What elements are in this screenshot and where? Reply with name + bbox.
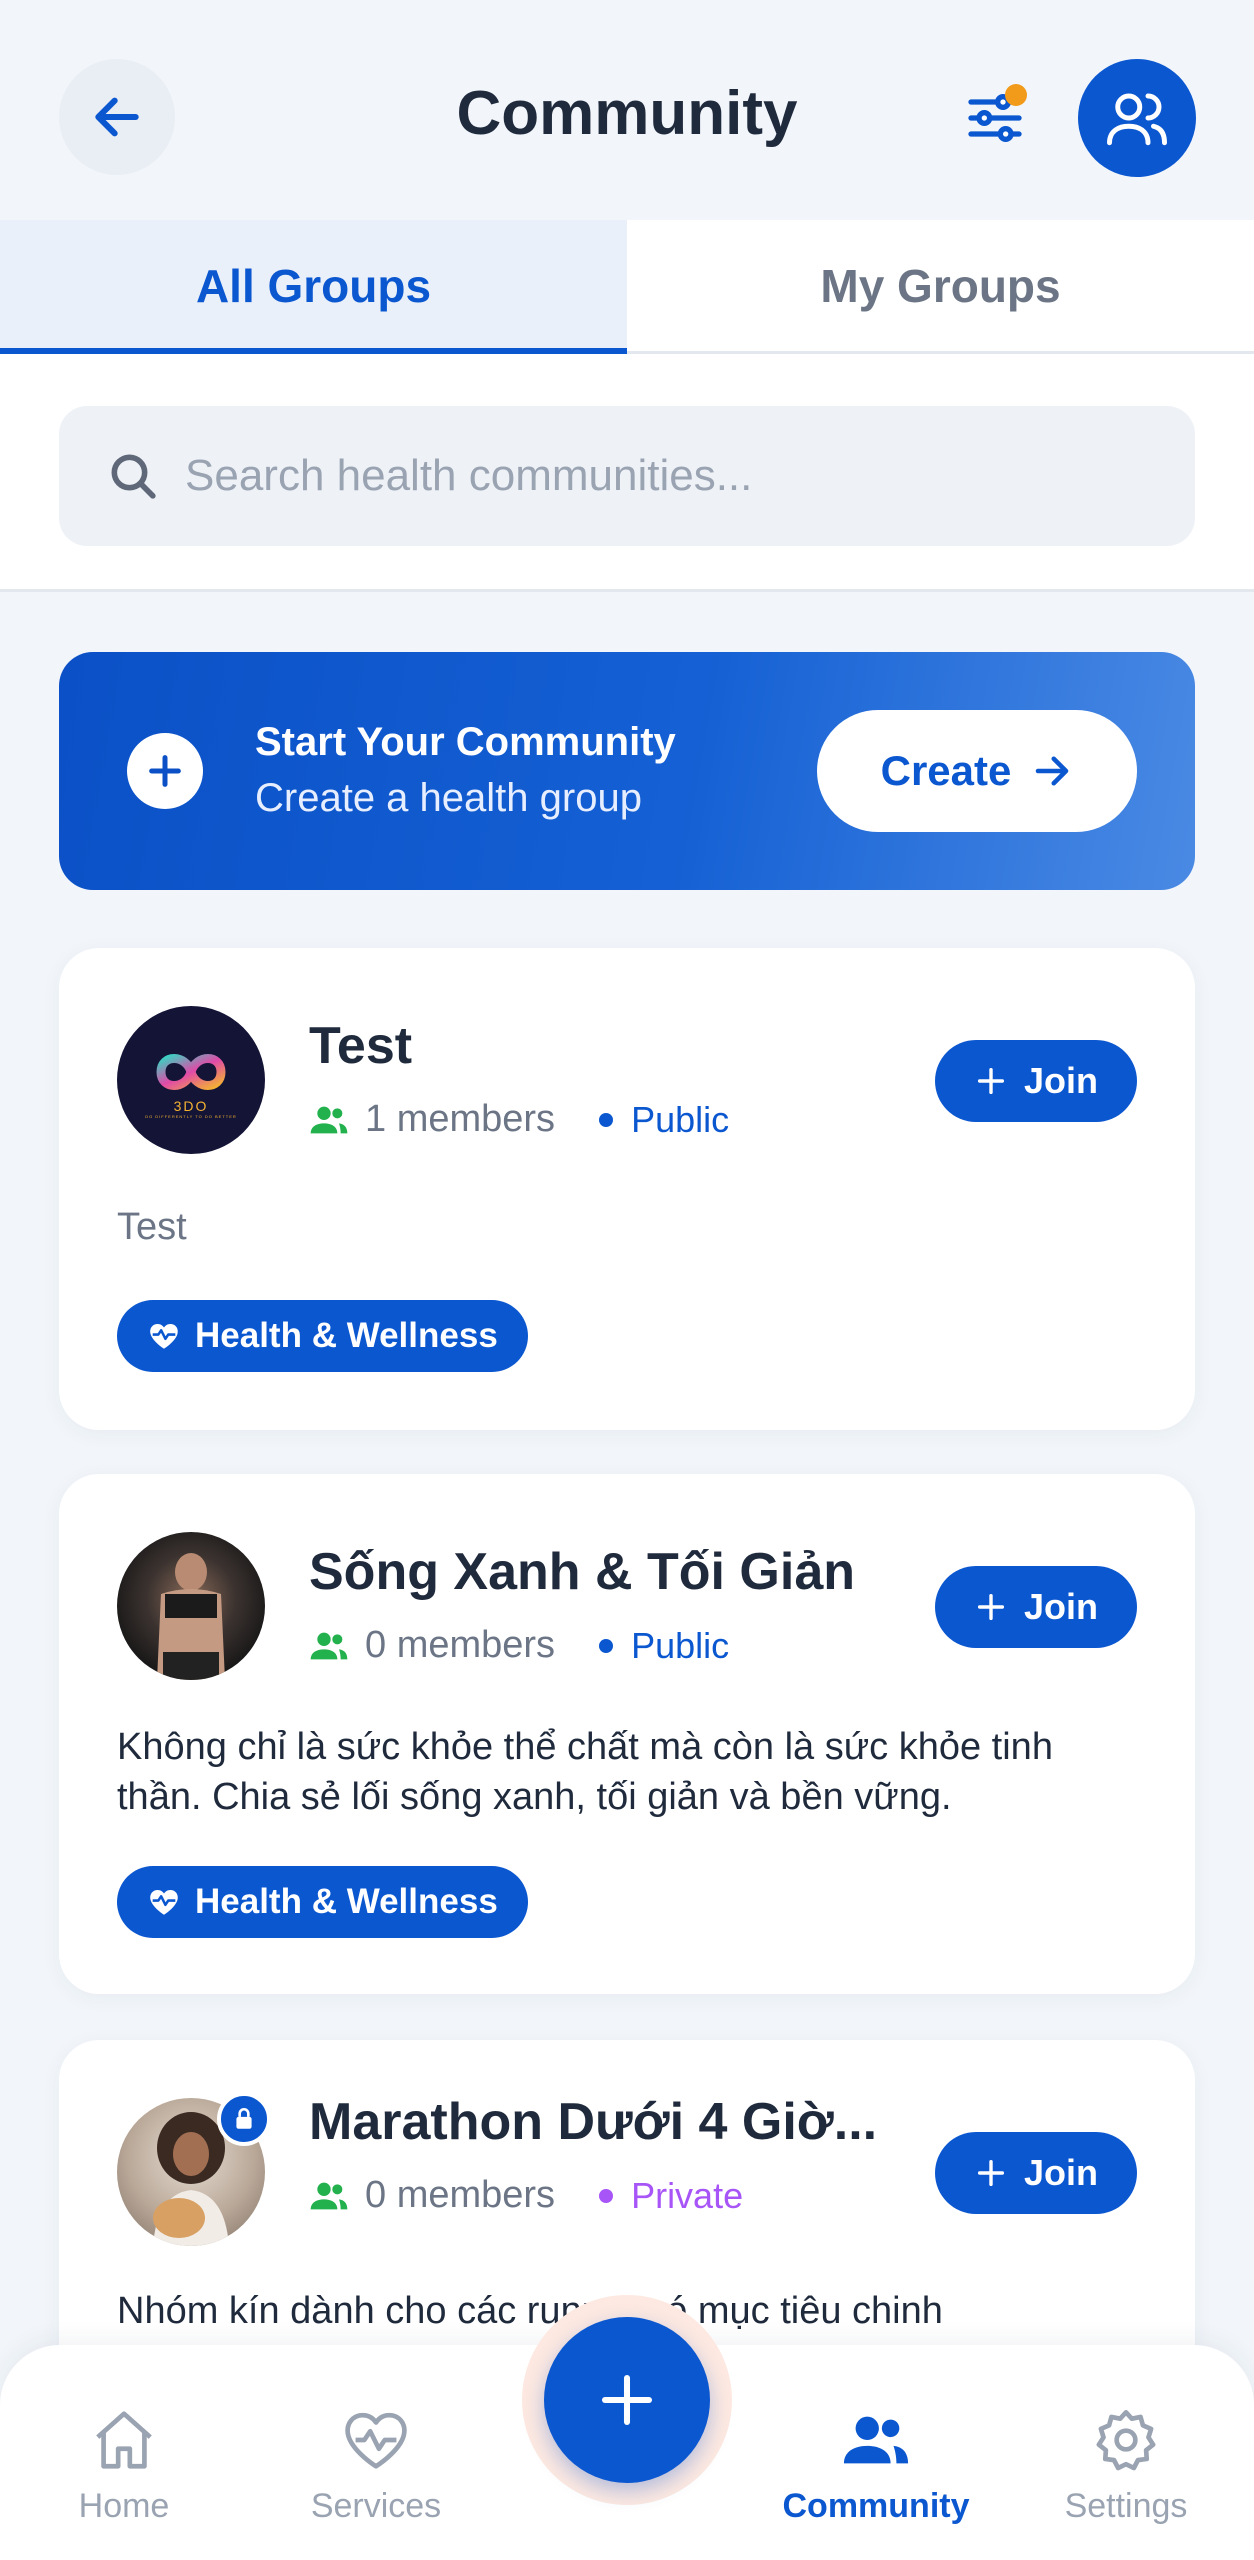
plus-icon: [601, 2374, 653, 2426]
group-name: Sống Xanh & Tối Giản: [309, 1543, 855, 1601]
group-description: Không chỉ là sức khỏe thể chất mà còn là…: [117, 1726, 1053, 1818]
avatar-logo-text: 3DO: [173, 1097, 209, 1114]
search-input[interactable]: [185, 451, 1085, 501]
nav-services[interactable]: Services: [256, 2405, 496, 2526]
group-name: Marathon Dưới 4 Giờ...: [309, 2093, 878, 2151]
group-meta: 0 members Private: [309, 2174, 743, 2217]
private-dot-icon: [599, 2188, 614, 2203]
member-count: 0 members: [365, 1624, 556, 1666]
search-icon: [105, 448, 161, 504]
fab-container: [522, 2295, 732, 2505]
page-title: Community: [456, 79, 798, 148]
tab-my-groups[interactable]: My Groups: [627, 220, 1254, 351]
public-dot-icon: [599, 1638, 614, 1653]
create-button[interactable]: Create: [817, 710, 1137, 832]
private-lock-badge: [217, 2092, 271, 2146]
group-card[interactable]: Sống Xanh & Tối Giản 0 members Public Jo…: [59, 1474, 1195, 1994]
visibility-badge: Private: [599, 2175, 743, 2217]
notification-dot: [1005, 84, 1027, 106]
group-name: Test: [309, 1017, 413, 1075]
join-button[interactable]: Join: [935, 1040, 1137, 1122]
join-button[interactable]: Join: [935, 2132, 1137, 2214]
plus-icon: [977, 1593, 1005, 1621]
members-icon: [309, 1626, 349, 1666]
visibility-badge: Public: [599, 1099, 729, 1141]
header: Community: [0, 0, 1254, 220]
search-bar[interactable]: [59, 406, 1195, 546]
category-tag[interactable]: Health & Wellness: [117, 1300, 528, 1372]
join-label: Join: [1023, 2152, 1098, 2193]
member-count: 1 members: [365, 1098, 556, 1140]
users-icon: [843, 2416, 909, 2464]
nav-services-label: Services: [310, 2487, 442, 2525]
banner-subtitle: Create a health group: [255, 776, 642, 820]
visibility-badge: Public: [599, 1625, 729, 1667]
group-tabs: All Groups My Groups: [0, 220, 1254, 354]
home-icon: [96, 2411, 152, 2469]
public-dot-icon: [599, 1112, 614, 1127]
group-card[interactable]: 3DO DO DIFFERENTLY TO DO BETTER Test 1 m…: [59, 948, 1195, 1430]
add-fab-button[interactable]: [544, 2317, 710, 2483]
heart-pulse-icon: [150, 1889, 178, 1915]
my-community-button[interactable]: [1078, 59, 1196, 177]
visibility-label: Public: [631, 1624, 730, 1666]
tag-label: Health & Wellness: [195, 1316, 498, 1355]
plus-circle-icon: [127, 733, 203, 809]
heart-pulse-icon: [150, 1323, 178, 1349]
nav-settings-label: Settings: [1064, 2487, 1188, 2525]
nav-home-label: Home: [78, 2487, 170, 2525]
gear-icon: [1096, 2409, 1156, 2471]
lock-icon: [236, 2107, 252, 2129]
search-section: [0, 354, 1254, 592]
filter-button[interactable]: [945, 68, 1045, 168]
members-icon: [309, 2176, 349, 2216]
join-label: Join: [1023, 1586, 1098, 1627]
visibility-label: Private: [631, 2174, 744, 2216]
tab-all-groups[interactable]: All Groups: [0, 220, 627, 354]
fitness-photo: [157, 1553, 225, 1680]
group-meta: 1 members Public: [309, 1098, 729, 1141]
create-button-label: Create: [880, 747, 1012, 794]
banner-title: Start Your Community: [255, 720, 676, 764]
tag-label: Health & Wellness: [195, 1882, 498, 1921]
join-button[interactable]: Join: [935, 1566, 1137, 1648]
nav-community-label: Community: [782, 2487, 970, 2525]
infinity-logo-icon: [156, 1053, 226, 1090]
avatar-logo-subtext: DO DIFFERENTLY TO DO BETTER: [145, 1113, 237, 1119]
plus-icon: [977, 1067, 1005, 1095]
arrow-right-icon: [1036, 756, 1069, 786]
plus-icon: [977, 2159, 1005, 2187]
members-icon: [309, 1100, 349, 1140]
join-label: Join: [1023, 1060, 1098, 1101]
group-avatar: [117, 1532, 265, 1680]
group-meta: 0 members Public: [309, 1624, 729, 1667]
nav-settings[interactable]: Settings: [1006, 2405, 1246, 2526]
nav-home[interactable]: Home: [4, 2405, 244, 2526]
users-icon: [1107, 93, 1167, 146]
group-description: Test: [117, 1206, 187, 1248]
group-avatar: 3DO DO DIFFERENTLY TO DO BETTER: [117, 1006, 265, 1154]
start-community-banner: Start Your Community Create a health gro…: [59, 652, 1195, 890]
heart-pulse-icon: [345, 2412, 407, 2469]
visibility-label: Public: [631, 1098, 730, 1140]
member-count: 0 members: [365, 2174, 556, 2216]
nav-community[interactable]: Community: [756, 2405, 996, 2526]
category-tag[interactable]: Health & Wellness: [117, 1866, 528, 1938]
